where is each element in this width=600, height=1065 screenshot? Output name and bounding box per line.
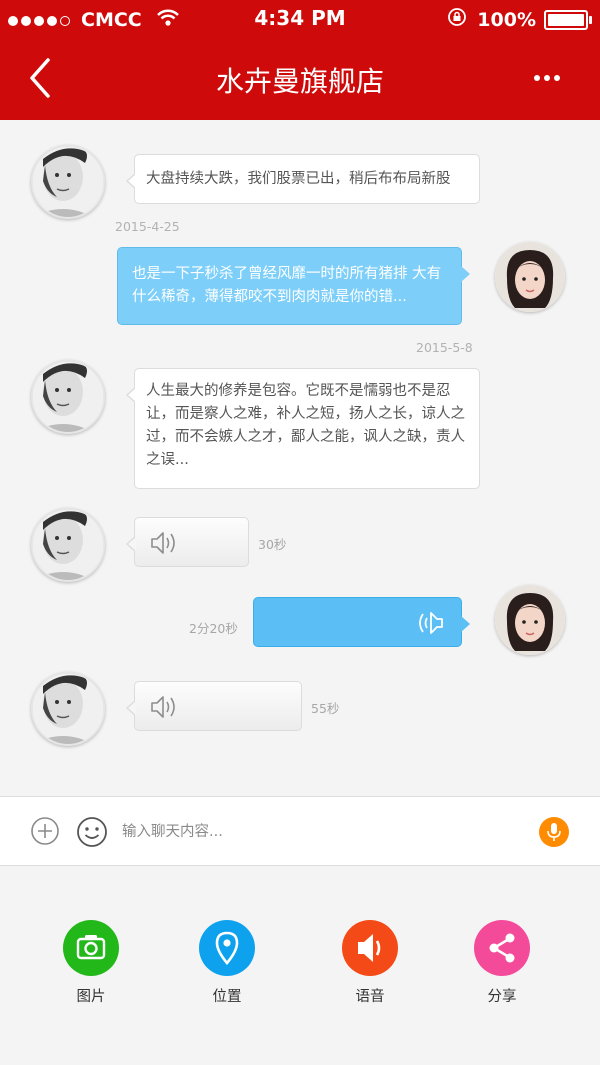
tool-share-button[interactable]: 分享 <box>452 920 552 1006</box>
app-header: CMCC 4:34 PM 100% 水卉曼旗舰店 <box>0 0 600 120</box>
camera-icon <box>63 920 119 976</box>
voice-message-received[interactable] <box>126 681 302 731</box>
message-date: 2015-4-25 <box>115 219 180 234</box>
contact-avatar[interactable] <box>31 508 105 582</box>
status-bar: CMCC 4:34 PM 100% <box>0 0 600 38</box>
tool-label: 语音 <box>355 989 385 1005</box>
emoji-button[interactable] <box>76 816 107 847</box>
speaker-icon <box>419 612 443 634</box>
contact-avatar[interactable] <box>31 672 105 746</box>
message-date: 2015-5-8 <box>416 340 473 355</box>
tool-label: 分享 <box>487 989 517 1005</box>
voice-duration: 30秒 <box>258 537 287 552</box>
chat-area[interactable]: 大盘持续大跌，我们股票已出，稍后布布局新股 2015-4-25 也是一下子秒杀了… <box>0 120 600 796</box>
battery-icon <box>544 9 592 30</box>
tool-label: 位置 <box>212 989 242 1005</box>
message-text: 大盘持续大跌，我们股票已出，稍后布布局新股 <box>146 171 451 187</box>
nav-bar: 水卉曼旗舰店 <box>0 38 600 120</box>
voice-duration: 2分20秒 <box>189 621 238 636</box>
emoji-icon <box>77 817 107 847</box>
attachment-toolbar: 图片 位置 语音 分享 <box>0 866 600 1065</box>
message-text: 也是一下子秒杀了曾经风靡一时的所有猪排 大有什么稀奇，薄得都咬不到肉肉就是你的错… <box>132 266 442 305</box>
message-bubble-received[interactable]: 大盘持续大跌，我们股票已出，稍后布布局新股 <box>126 154 480 204</box>
message-input[interactable] <box>120 817 504 847</box>
more-dots-icon <box>534 75 560 81</box>
contact-avatar[interactable] <box>31 360 105 434</box>
microphone-icon <box>547 823 561 841</box>
add-attachment-button[interactable] <box>30 816 59 845</box>
voice-message-sent[interactable] <box>253 597 470 647</box>
battery-percent: 100% <box>477 8 536 31</box>
tool-label: 图片 <box>76 989 106 1005</box>
more-options-button[interactable] <box>534 56 560 89</box>
message-text: 人生最大的修养是包容。它既不是懦弱也不是忍让，而是察人之难，补人之短，扬人之长，… <box>146 383 465 468</box>
share-icon <box>474 920 530 976</box>
voice-message-received[interactable] <box>126 517 249 567</box>
message-bubble-sent[interactable]: 也是一下子秒杀了曾经风靡一时的所有猪排 大有什么稀奇，薄得都咬不到肉肉就是你的错… <box>117 247 470 325</box>
user-avatar[interactable] <box>495 242 565 312</box>
message-bubble-received[interactable]: 人生最大的修养是包容。它既不是懦弱也不是忍让，而是察人之难，补人之短，扬人之长，… <box>126 368 480 489</box>
tool-photo-button[interactable]: 图片 <box>41 920 141 1006</box>
contact-avatar[interactable] <box>31 145 105 219</box>
user-avatar[interactable] <box>495 585 565 655</box>
voice-input-button[interactable] <box>539 817 569 847</box>
rotation-lock-icon <box>447 7 467 32</box>
voice-duration: 55秒 <box>311 701 340 716</box>
speaker-icon <box>342 920 398 976</box>
location-pin-icon <box>199 920 255 976</box>
tool-location-button[interactable]: 位置 <box>177 920 277 1006</box>
tool-voice-button[interactable]: 语音 <box>320 920 420 1006</box>
speaker-icon <box>151 532 175 554</box>
input-bar <box>0 796 600 866</box>
plus-icon <box>31 817 59 845</box>
page-title: 水卉曼旗舰店 <box>215 65 384 98</box>
speaker-icon <box>151 696 175 718</box>
